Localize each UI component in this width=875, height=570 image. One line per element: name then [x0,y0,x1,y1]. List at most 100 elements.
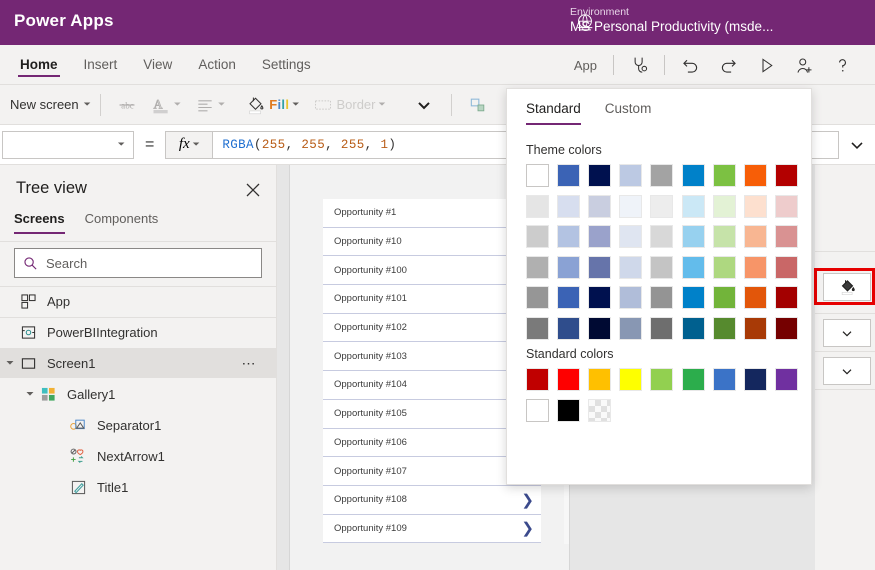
theme-color-swatch[interactable] [557,256,580,279]
theme-color-swatch[interactable] [650,317,673,340]
formula-expand-button[interactable] [839,131,875,159]
tab-components[interactable]: Components [85,211,159,234]
tab-settings[interactable]: Settings [260,45,313,85]
theme-color-swatch[interactable] [775,286,798,309]
theme-color-swatch[interactable] [682,164,705,187]
standard-color-swatch[interactable] [744,368,767,391]
theme-color-swatch[interactable] [744,225,767,248]
theme-color-swatch[interactable] [619,164,642,187]
theme-color-swatch[interactable] [650,195,673,218]
theme-color-swatch[interactable] [713,164,736,187]
theme-color-swatch[interactable] [619,256,642,279]
gallery-item[interactable]: Opportunity #108❯ [323,486,541,515]
strikethrough-icon[interactable]: abc [110,90,144,120]
theme-color-swatch[interactable] [744,317,767,340]
theme-color-swatch[interactable] [650,256,673,279]
theme-color-swatch[interactable] [650,225,673,248]
fx-button[interactable]: fx ⏷ [165,131,213,159]
theme-color-swatch[interactable] [619,317,642,340]
theme-color-swatch[interactable] [744,195,767,218]
theme-color-swatch[interactable] [588,286,611,309]
theme-color-swatch[interactable] [744,164,767,187]
standard-color-swatch[interactable] [526,368,549,391]
theme-color-swatch[interactable] [775,195,798,218]
standard-color-swatch[interactable] [557,368,580,391]
node-context-menu-icon[interactable]: ⋯ [242,355,258,372]
theme-color-swatch[interactable] [650,286,673,309]
theme-color-swatch[interactable] [526,286,549,309]
theme-color-swatch[interactable] [588,195,611,218]
theme-color-swatch[interactable] [775,225,798,248]
standard-color-swatch[interactable] [588,368,611,391]
share-user-icon[interactable] [785,46,823,84]
app-menu-button[interactable]: App [564,58,607,73]
tree-node-powerbiintegration[interactable]: PowerBIIntegration [0,317,277,347]
theme-color-swatch[interactable] [744,256,767,279]
theme-color-swatch[interactable] [557,164,580,187]
standard-color-swatch[interactable] [650,368,673,391]
tree-node-screen1[interactable]: ⏷ Screen1 ⋯ [0,348,277,378]
theme-color-swatch[interactable] [588,256,611,279]
tree-node-title1[interactable]: Title1 [0,472,277,502]
tab-view[interactable]: View [141,45,174,85]
tab-standard[interactable]: Standard [526,101,581,125]
undo-icon[interactable] [671,46,709,84]
close-icon[interactable] [242,179,264,201]
tab-screens[interactable]: Screens [14,211,65,234]
align-left-button[interactable]: ⏷ [188,90,232,120]
theme-color-swatch[interactable] [557,225,580,248]
chevron-right-icon[interactable]: ❯ [521,519,534,537]
tree-node-gallery1[interactable]: ⏷ Gallery1 [0,379,277,409]
gallery-item[interactable]: Opportunity #109❯ [323,515,541,544]
search-input[interactable] [46,256,236,271]
standard-color-swatch[interactable] [619,368,642,391]
basic-color-swatch-transparent[interactable] [588,399,611,422]
theme-color-swatch[interactable] [713,286,736,309]
theme-color-swatch[interactable] [713,256,736,279]
environment-info[interactable]: Environment MS Personal Productivity (ms… [570,6,773,35]
standard-color-swatch[interactable] [682,368,705,391]
theme-color-swatch[interactable] [588,317,611,340]
basic-color-swatch-black[interactable] [557,399,580,422]
theme-color-swatch[interactable] [650,164,673,187]
tree-node-nextarrow1[interactable]: NextArrow1 [0,441,277,471]
theme-color-swatch[interactable] [713,317,736,340]
redo-icon[interactable] [709,46,747,84]
help-question-icon[interactable] [823,46,861,84]
theme-color-swatch[interactable] [526,317,549,340]
theme-color-swatch[interactable] [682,286,705,309]
theme-color-swatch[interactable] [557,317,580,340]
chevron-down-icon[interactable]: ⏷ [22,389,38,400]
theme-color-swatch[interactable] [588,225,611,248]
tree-node-app[interactable]: App [0,286,277,316]
theme-color-swatch[interactable] [526,256,549,279]
theme-color-swatch[interactable] [526,225,549,248]
theme-color-swatch[interactable] [526,164,549,187]
rail-dropdown-1[interactable] [823,319,871,347]
tab-home[interactable]: Home [18,45,60,85]
theme-color-swatch[interactable] [682,317,705,340]
tab-custom[interactable]: Custom [605,101,652,125]
theme-color-swatch[interactable] [557,195,580,218]
theme-color-swatch[interactable] [619,195,642,218]
more-commands-button[interactable] [407,90,441,120]
font-color-button[interactable]: A ⏷ [144,90,188,120]
rail-dropdown-2[interactable] [823,357,871,385]
rail-fill-button[interactable] [823,273,871,301]
search-box[interactable] [14,248,262,278]
theme-color-swatch[interactable] [713,195,736,218]
checker-stethoscope-icon[interactable] [620,46,658,84]
theme-color-swatch[interactable] [682,256,705,279]
theme-color-swatch[interactable] [557,286,580,309]
theme-color-swatch[interactable] [619,225,642,248]
standard-color-swatch[interactable] [713,368,736,391]
theme-color-swatch[interactable] [775,164,798,187]
standard-color-swatch[interactable] [775,368,798,391]
tree-node-separator1[interactable]: Separator1 [0,410,277,440]
tab-action[interactable]: Action [196,45,238,85]
theme-color-swatch[interactable] [588,164,611,187]
theme-color-swatch[interactable] [619,286,642,309]
theme-color-swatch[interactable] [526,195,549,218]
theme-color-swatch[interactable] [682,225,705,248]
property-select[interactable]: ⏷ [2,131,134,159]
